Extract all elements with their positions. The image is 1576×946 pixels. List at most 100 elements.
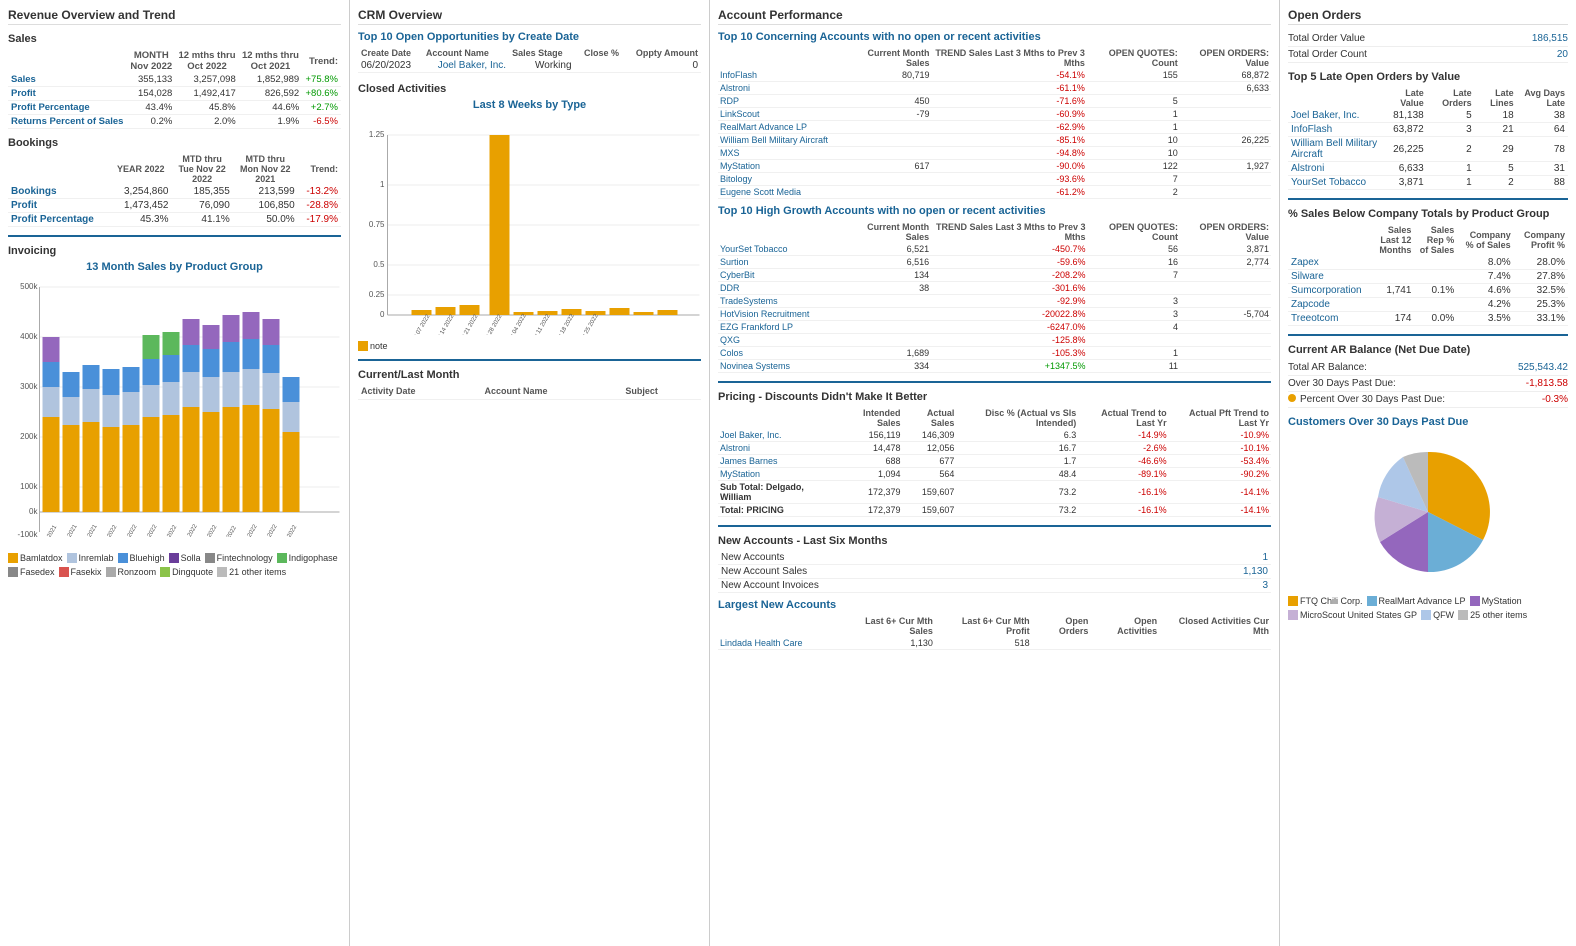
ps-row-grp: Zapex <box>1288 256 1365 270</box>
bk-col-mtd2: MTD thruMon Nov 222021 <box>233 153 298 185</box>
legend-item: Dingquote <box>160 567 213 577</box>
pr-col-ts: Actual Trend to Last Yr <box>1078 407 1168 429</box>
pr-row-tp: -90.2% <box>1169 468 1271 481</box>
highgrowth-table: Current Month Sales TREND Sales Last 3 M… <box>718 221 1271 373</box>
hg-col-acct <box>718 221 848 243</box>
pr-row-disc: 6.3 <box>956 429 1078 442</box>
ar-row-label: Over 30 Days Past Due: <box>1288 378 1396 389</box>
total-order-count: 20 <box>1557 49 1568 60</box>
pie-legend-color <box>1470 596 1480 606</box>
hg-row-cms: 6,521 <box>848 243 931 256</box>
cc-row-trend: -60.9% <box>932 108 1087 121</box>
bk-row-m1: 76,090 <box>171 199 232 213</box>
svg-text:300k: 300k <box>20 382 38 391</box>
na-row-value: 1 <box>1144 551 1271 565</box>
sales-row-month: 355,133 <box>127 73 175 87</box>
cc-row-trend: -93.6% <box>932 173 1087 186</box>
cc-row-qc: 7 <box>1087 173 1180 186</box>
legend-label: Bluehigh <box>130 553 165 563</box>
cc-row-ov <box>1180 173 1271 186</box>
pr-row-as: 159,607 <box>902 481 956 504</box>
bk-col-year: YEAR 2022 <box>110 153 171 185</box>
cc-row-acct: RDP <box>718 95 848 108</box>
hg-row-qc: 7 <box>1088 269 1180 282</box>
pr-row-as: 146,309 <box>902 429 956 442</box>
pr-col-tp: Actual Pft Trend to Last Yr <box>1169 407 1271 429</box>
hg-row-trend: -59.6% <box>931 256 1087 269</box>
ps-row-pp: 28.0% <box>1514 256 1568 270</box>
sales-row-month: 0.2% <box>127 115 175 129</box>
cc-row-qc: 1 <box>1087 108 1180 121</box>
new-accounts-divider <box>718 525 1271 527</box>
pr-row-is: 172,379 <box>839 504 902 517</box>
largest-table: Last 6+ Cur Mth Sales Last 6+ Cur Mth Pr… <box>718 615 1271 650</box>
lo-row-adl: 78 <box>1517 137 1568 162</box>
cc-row-acct: William Bell Military Aircraft <box>718 134 848 147</box>
pr-row-ts: -14.9% <box>1078 429 1168 442</box>
total-order-count-label: Total Order Count <box>1288 49 1367 60</box>
invoicing-divider <box>8 235 341 237</box>
hg-col-cms: Current Month Sales <box>848 221 931 243</box>
cc-row-trend: -61.1% <box>932 82 1087 95</box>
svg-text:Sep 2022: Sep 2022 <box>261 523 279 537</box>
pie-legend-label: 25 other items <box>1470 610 1527 620</box>
crm-panel: CRM Overview Top 10 Open Opportunities b… <box>350 0 710 946</box>
cc-row-cms <box>848 82 932 95</box>
sales-row-label: Profit Percentage <box>8 101 127 115</box>
hg-row-cms <box>848 308 931 321</box>
hg-row-cms <box>848 321 931 334</box>
pr-row-disc: 1.7 <box>956 455 1078 468</box>
hg-row-acct: Surtion <box>718 256 848 269</box>
legend-label: Solla <box>181 553 201 563</box>
lo-row-acct: Alstroni <box>1288 162 1382 176</box>
svg-text:-100k: -100k <box>17 530 38 537</box>
sales-row-label: Sales <box>8 73 127 87</box>
lo-row-lv: 3,871 <box>1382 176 1427 190</box>
col-sales-stage: Sales Stage <box>509 47 574 59</box>
ps-row-cp: 4.6% <box>1457 284 1513 298</box>
hg-row-qc: 16 <box>1088 256 1180 269</box>
lo-col-acct <box>1288 87 1382 109</box>
svg-text:1.25: 1.25 <box>369 130 385 139</box>
legend-color <box>205 553 215 563</box>
svg-text:May 2022: May 2022 <box>180 523 199 537</box>
ps-row-s <box>1365 298 1415 312</box>
cc-row-acct: MyStation <box>718 160 848 173</box>
hg-row-ov: 3,871 <box>1180 243 1271 256</box>
legend-color <box>277 553 287 563</box>
hg-row-ov <box>1180 282 1271 295</box>
svg-text:Oct 2022: Oct 2022 <box>281 524 299 537</box>
legend-item: Bluehigh <box>118 553 165 563</box>
pie-legend-item: MyStation <box>1470 596 1522 606</box>
concerning-table: Current Month Sales TREND Sales Last 3 M… <box>718 47 1271 199</box>
hg-row-trend: -125.8% <box>931 334 1087 347</box>
svg-text:Oct 2021: Oct 2021 <box>41 524 59 537</box>
ps-col-pp: Company Profit % <box>1514 224 1568 256</box>
hg-row-qc <box>1088 334 1180 347</box>
na-row-label: New Accounts <box>718 551 1144 565</box>
cc-row-qc: 5 <box>1087 95 1180 108</box>
cc-row-ov <box>1180 95 1271 108</box>
cc-row-cms <box>848 121 932 134</box>
hg-row-cms <box>848 334 931 347</box>
crm-chart-svg: 1.25 1 0.75 0.5 0.25 0 <box>358 115 701 335</box>
bk-row-year: 45.3% <box>110 213 171 227</box>
cc-row-qc: 10 <box>1087 147 1180 160</box>
legend-label: Dingquote <box>172 567 213 577</box>
pr-row-is: 688 <box>839 455 902 468</box>
bk-row-year: 3,254,860 <box>110 185 171 199</box>
cc-row-ov: 68,872 <box>1180 69 1271 82</box>
la-row-oo <box>1032 637 1091 650</box>
pricing-title: Pricing - Discounts Didn't Make It Bette… <box>718 391 1271 403</box>
crm-title: CRM Overview <box>358 8 701 25</box>
top-opps-title: Top 10 Open Opportunities by Create Date <box>358 31 701 43</box>
hg-row-trend: -92.9% <box>931 295 1087 308</box>
la-col-oo: Open Orders <box>1032 615 1091 637</box>
lo-row-adl: 38 <box>1517 109 1568 123</box>
pie-legend-label: RealMart Advance LP <box>1379 596 1466 606</box>
cc-row-qc: 10 <box>1087 134 1180 147</box>
closed-activities-title: Closed Activities <box>358 83 701 95</box>
lo-row-lv: 81,138 <box>1382 109 1427 123</box>
bk-row-m2: 213,599 <box>233 185 298 199</box>
ps-col-s: Sales Last 12 Months <box>1365 224 1415 256</box>
